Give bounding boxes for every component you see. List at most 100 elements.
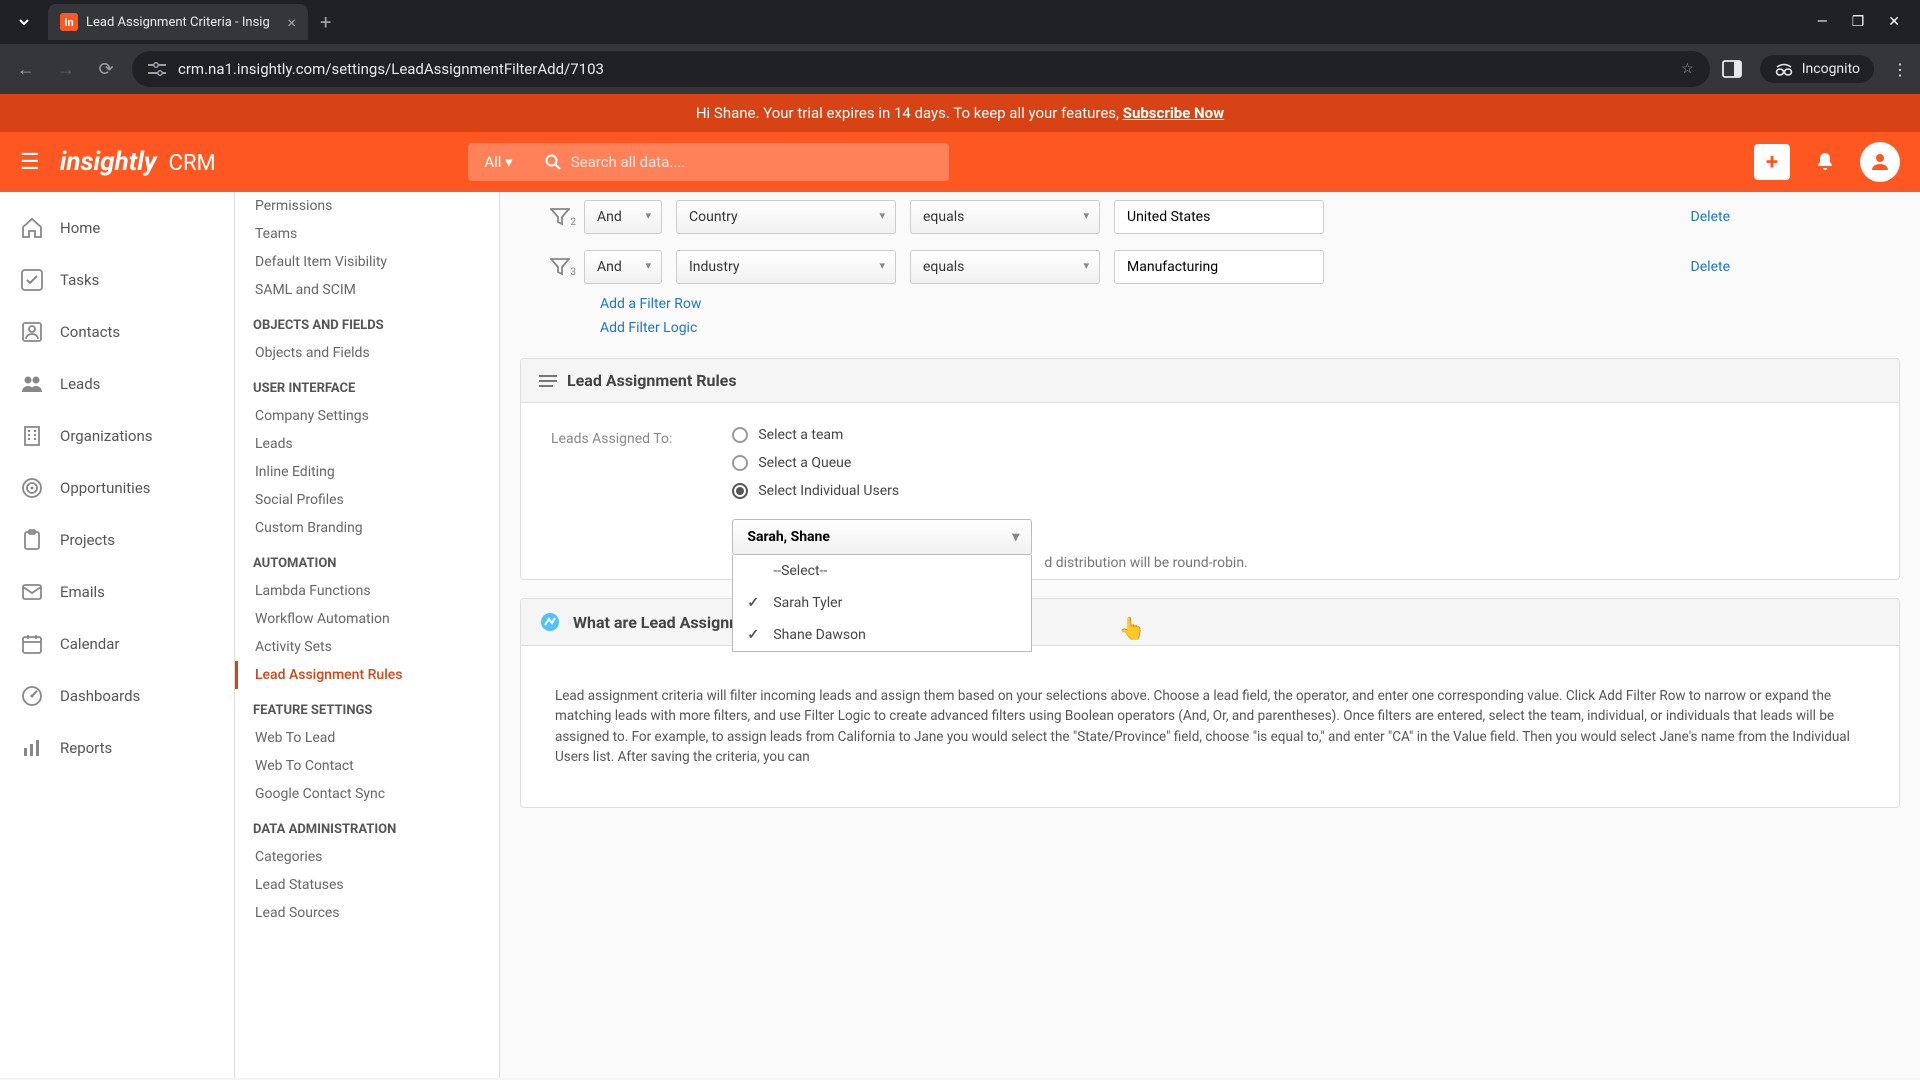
settings-item-lead-statuses[interactable]: Lead Statuses xyxy=(235,871,499,899)
filter-row: 3 And Industry equals Delete xyxy=(520,242,1900,292)
info-panel: What are Lead Assignment Criteria? Lead … xyxy=(520,598,1900,808)
settings-item-default-item-visibility[interactable]: Default Item Visibility xyxy=(235,248,499,276)
settings-item-objects-and-fields[interactable]: Objects and Fields xyxy=(235,339,499,367)
nav-item-dashboards[interactable]: Dashboards xyxy=(0,670,234,722)
incognito-badge[interactable]: Incognito xyxy=(1760,55,1874,83)
nav-item-contacts[interactable]: Contacts xyxy=(0,306,234,358)
browser-tab[interactable]: In Lead Assignment Criteria - Insig × xyxy=(48,4,308,40)
browser-menu-icon[interactable]: ⋮ xyxy=(1892,60,1908,79)
tab-list-dropdown[interactable] xyxy=(8,6,40,38)
people-icon xyxy=(20,372,44,396)
hamburger-icon[interactable]: ☰ xyxy=(20,150,40,175)
settings-item-google-contact-sync[interactable]: Google Contact Sync xyxy=(235,780,499,808)
forward-button[interactable]: → xyxy=(52,59,80,80)
settings-item-web-to-contact[interactable]: Web To Contact xyxy=(235,752,499,780)
settings-group-header: AUTOMATION xyxy=(235,542,499,577)
site-settings-icon[interactable] xyxy=(148,62,166,76)
settings-item-teams[interactable]: Teams xyxy=(235,220,499,248)
nav-item-home[interactable]: Home xyxy=(0,202,234,254)
bookmark-icon[interactable]: ☆ xyxy=(1681,61,1694,77)
user-multiselect[interactable]: Sarah, Shane xyxy=(732,519,1032,555)
trial-banner: Hi Shane. Your trial expires in 14 days.… xyxy=(0,94,1920,132)
clipboard-icon xyxy=(20,528,44,552)
settings-item-lead-sources[interactable]: Lead Sources xyxy=(235,899,499,927)
trial-banner-text: Hi Shane. Your trial expires in 14 days.… xyxy=(696,104,1123,122)
settings-item-permissions[interactable]: Permissions xyxy=(235,192,499,220)
nav-item-tasks[interactable]: Tasks xyxy=(0,254,234,306)
window-controls: — ❐ ✕ xyxy=(1817,14,1912,30)
logo[interactable]: insightly CRM xyxy=(60,147,216,177)
nav-item-emails[interactable]: Emails xyxy=(0,566,234,618)
delete-filter-link[interactable]: Delete xyxy=(1691,259,1730,275)
radio-select-users[interactable]: Select Individual Users xyxy=(732,483,1032,499)
info-icon xyxy=(539,611,561,633)
nav-item-organizations[interactable]: Organizations xyxy=(0,410,234,462)
search-scope-dropdown[interactable]: All ▾ xyxy=(468,143,528,181)
primary-nav: HomeTasksContactsLeadsOrganizationsOppor… xyxy=(0,192,235,1078)
radio-select-team[interactable]: Select a team xyxy=(732,427,1032,443)
close-window-button[interactable]: ✕ xyxy=(1888,14,1900,30)
user-menu-button[interactable] xyxy=(1860,142,1900,182)
settings-group-header: OBJECTS AND FIELDS xyxy=(235,304,499,339)
target-icon xyxy=(20,476,44,500)
filter-field-select[interactable]: Industry xyxy=(676,250,896,284)
incognito-label: Incognito xyxy=(1802,61,1860,77)
radio-select-queue[interactable]: Select a Queue xyxy=(732,455,1032,471)
check-icon: ✓ xyxy=(747,627,759,643)
url-input[interactable]: crm.na1.insightly.com/settings/LeadAssig… xyxy=(132,51,1710,87)
nav-item-calendar[interactable]: Calendar xyxy=(0,618,234,670)
filter-logic-select[interactable]: And xyxy=(584,250,662,284)
dropdown-item[interactable]: ✓ Sarah Tyler xyxy=(733,587,1031,619)
url-text: crm.na1.insightly.com/settings/LeadAssig… xyxy=(178,60,1669,78)
close-icon[interactable]: × xyxy=(287,13,296,32)
nav-item-projects[interactable]: Projects xyxy=(0,514,234,566)
filter-icon: 2 xyxy=(550,208,570,226)
filter-logic-select[interactable]: And xyxy=(584,200,662,234)
settings-item-workflow-automation[interactable]: Workflow Automation xyxy=(235,605,499,633)
filter-icon: 3 xyxy=(550,258,570,276)
filter-row: 2 And Country equals Delete xyxy=(520,192,1900,242)
delete-filter-link[interactable]: Delete xyxy=(1691,209,1730,225)
settings-item-inline-editing[interactable]: Inline Editing xyxy=(235,458,499,486)
settings-item-lead-assignment-rules[interactable]: Lead Assignment Rules xyxy=(235,661,499,689)
panel-title: Lead Assignment Rules xyxy=(567,371,737,390)
filter-operator-select[interactable]: equals xyxy=(910,200,1100,234)
quick-add-button[interactable]: + xyxy=(1754,144,1790,180)
settings-item-custom-branding[interactable]: Custom Branding xyxy=(235,514,499,542)
check-icon xyxy=(20,268,44,292)
subscribe-link[interactable]: Subscribe Now xyxy=(1123,104,1224,122)
filter-value-input[interactable] xyxy=(1114,200,1324,234)
add-filter-row-link[interactable]: Add a Filter Row xyxy=(520,292,1900,316)
filter-value-input[interactable] xyxy=(1114,250,1324,284)
filter-field-select[interactable]: Country xyxy=(676,200,896,234)
settings-item-company-settings[interactable]: Company Settings xyxy=(235,402,499,430)
notifications-icon[interactable] xyxy=(1814,151,1836,173)
dropdown-placeholder[interactable]: --Select-- xyxy=(733,555,1031,587)
filter-operator-select[interactable]: equals xyxy=(910,250,1100,284)
back-button[interactable]: ← xyxy=(12,59,40,80)
nav-item-leads[interactable]: Leads xyxy=(0,358,234,410)
minimize-button[interactable]: — xyxy=(1817,14,1828,30)
side-panel-icon[interactable] xyxy=(1722,60,1742,78)
settings-item-leads[interactable]: Leads xyxy=(235,430,499,458)
maximize-button[interactable]: ❐ xyxy=(1852,14,1865,30)
settings-item-web-to-lead[interactable]: Web To Lead xyxy=(235,724,499,752)
settings-item-saml-and-scim[interactable]: SAML and SCIM xyxy=(235,276,499,304)
main-layout: HomeTasksContactsLeadsOrganizationsOppor… xyxy=(0,192,1920,1078)
tab-favicon-icon: In xyxy=(60,13,78,31)
incognito-icon xyxy=(1774,62,1794,76)
tab-title: Lead Assignment Criteria - Insig xyxy=(86,15,279,30)
search-input[interactable] xyxy=(571,153,933,171)
calendar-icon xyxy=(20,632,44,656)
dropdown-item[interactable]: ✓ Shane Dawson xyxy=(733,619,1031,651)
new-tab-button[interactable]: + xyxy=(320,10,331,34)
settings-item-lambda-functions[interactable]: Lambda Functions xyxy=(235,577,499,605)
nav-item-opportunities[interactable]: Opportunities xyxy=(0,462,234,514)
settings-item-categories[interactable]: Categories xyxy=(235,843,499,871)
nav-item-reports[interactable]: Reports xyxy=(0,722,234,774)
panel-header: What are Lead Assignment Criteria? xyxy=(521,599,1899,646)
reload-button[interactable]: ⟳ xyxy=(92,59,120,80)
add-filter-logic-link[interactable]: Add Filter Logic xyxy=(520,316,1900,340)
settings-item-social-profiles[interactable]: Social Profiles xyxy=(235,486,499,514)
settings-item-activity-sets[interactable]: Activity Sets xyxy=(235,633,499,661)
